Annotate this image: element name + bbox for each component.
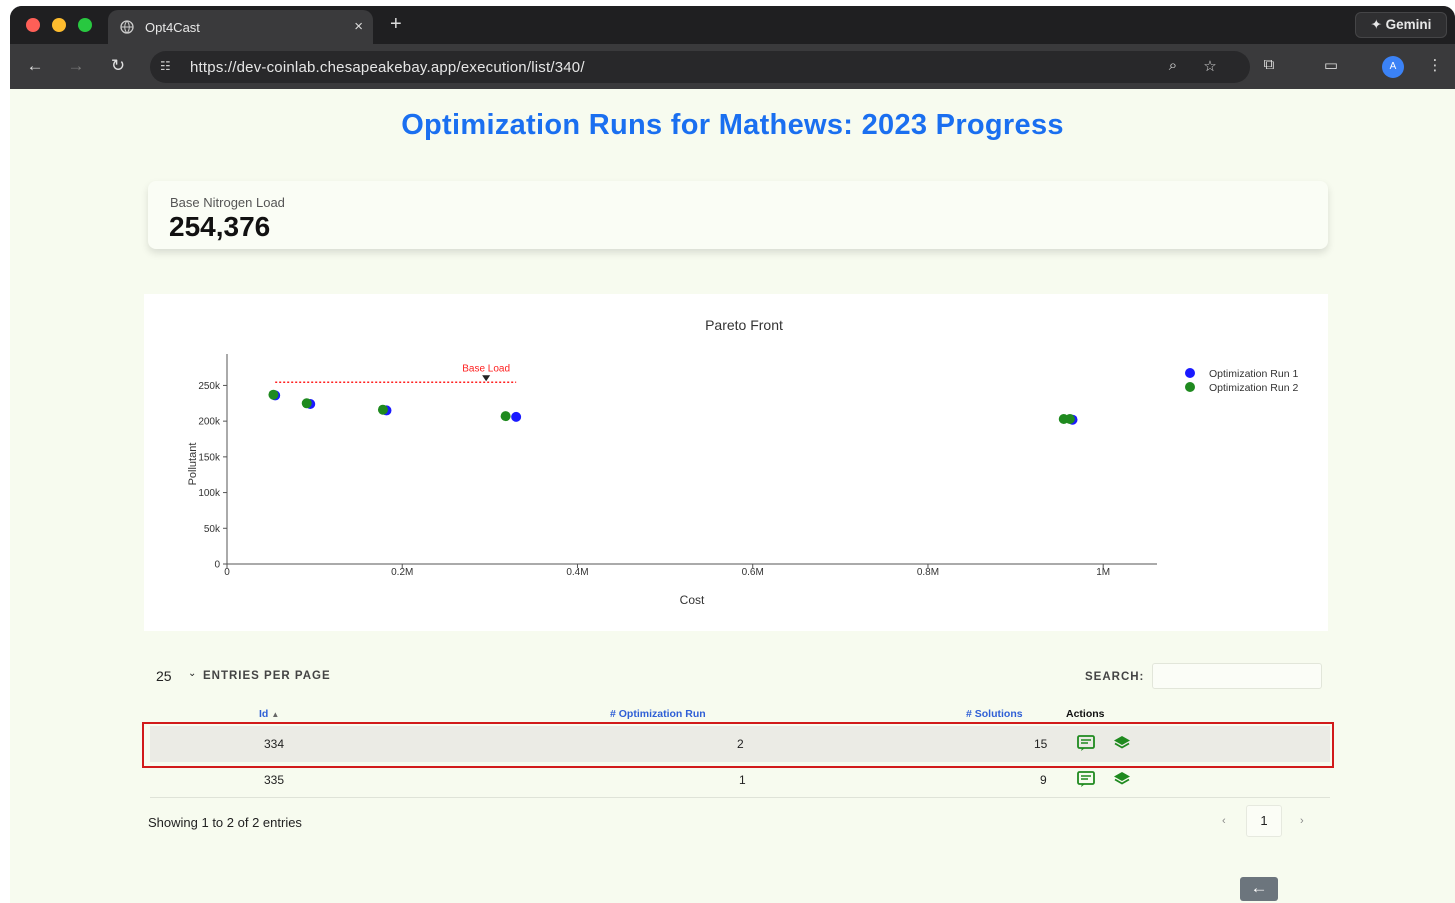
data-point-run-2 <box>1064 414 1075 424</box>
cell-solutions: 9 <box>1040 773 1047 787</box>
browser-tab[interactable]: Opt4Cast × <box>108 10 373 44</box>
extensions-icon[interactable]: ⧉ <box>1258 56 1280 78</box>
page-content: Optimization Runs for Mathews: 2023 Prog… <box>10 89 1455 903</box>
base-load-label: Base Load <box>462 363 510 374</box>
y-tick-label: 150k <box>198 452 221 463</box>
pareto-chart: Pareto Front 0 50k 100k 150k 200k 250k 0 0.2M 0.4… <box>187 317 1298 607</box>
side-panel-icon[interactable]: ▭ <box>1320 56 1342 78</box>
zoom-icon[interactable]: ⌕ <box>1163 57 1183 77</box>
view-solutions-icon[interactable] <box>1076 734 1096 752</box>
column-header-id-label: Id <box>259 708 269 720</box>
legend-label: Optimization Run 1 <box>1209 368 1298 380</box>
legend-marker <box>1185 368 1195 378</box>
column-header-solutions-label: # Solutions <box>966 708 1023 720</box>
forward-arrow-icon[interactable]: → <box>65 55 87 77</box>
table-info: Showing 1 to 2 of 2 entries <box>148 815 302 830</box>
address-bar[interactable]: ☷ https://dev-coinlab.chesapeakebay.app/… <box>150 51 1250 83</box>
x-tick-label: 0.6M <box>742 567 764 578</box>
profile-avatar[interactable]: A <box>1382 56 1404 78</box>
x-tick-label: 0 <box>224 567 230 578</box>
cell-optimization-run: 2 <box>737 737 744 751</box>
browser-window: Opt4Cast × + ✦ Gemini ← → ↻ ☷ https://de… <box>10 6 1455 903</box>
new-tab-button[interactable]: + <box>390 13 402 36</box>
back-button[interactable]: ← <box>1240 877 1278 901</box>
tab-bar: Opt4Cast × + ✦ Gemini <box>10 6 1455 44</box>
pagination-prev[interactable]: ‹ <box>1222 815 1226 827</box>
cell-optimization-run: 1 <box>739 773 746 787</box>
x-tick-label: 0.4M <box>566 567 588 578</box>
stat-label: Base Nitrogen Load <box>170 195 285 210</box>
x-axis-label: Cost <box>680 593 705 607</box>
y-tick-label: 0 <box>214 560 220 571</box>
cell-id: 334 <box>264 737 285 751</box>
entries-value: 25 <box>156 668 172 684</box>
more-menu-icon[interactable]: ⋮ <box>1424 56 1446 78</box>
gemini-label: Gemini <box>1385 17 1432 32</box>
entries-per-page-label: ENTRIES PER PAGE <box>203 670 331 682</box>
column-header-actions: Actions <box>1066 708 1105 720</box>
data-point-run-2 <box>301 398 312 409</box>
back-arrow-icon[interactable]: ← <box>24 55 46 77</box>
cell-id: 335 <box>264 773 285 787</box>
y-tick-label: 100k <box>198 488 221 499</box>
column-header-run-label: # Optimization Run <box>610 708 706 720</box>
data-point-run-2 <box>268 389 279 400</box>
y-axis-label: Pollutant <box>187 443 199 486</box>
base-load-card: Base Nitrogen Load 254,376 <box>148 181 1328 249</box>
column-header-optimization-run[interactable]: # Optimization Run <box>610 708 706 720</box>
x-tick-label: 0.8M <box>917 567 939 578</box>
column-header-id[interactable]: Id ▲ <box>259 708 279 720</box>
legend-label: Optimization Run 2 <box>1209 382 1298 394</box>
bookmark-star-icon[interactable]: ☆ <box>1200 57 1220 77</box>
base-load-arrow-icon <box>482 375 491 382</box>
pareto-chart-panel: Pareto Front 0 50k 100k 150k 200k 250k 0 0.2M 0.4… <box>144 294 1328 631</box>
x-tick-label: 1M <box>1096 567 1110 578</box>
legend-marker <box>1185 382 1195 392</box>
url-text[interactable]: https://dev-coinlab.chesapeakebay.app/ex… <box>190 59 585 76</box>
view-solutions-icon[interactable] <box>1076 770 1096 788</box>
y-tick-label: 250k <box>198 381 221 392</box>
search-input[interactable] <box>1152 663 1322 689</box>
browser-toolbar: ← → ↻ ☷ https://dev-coinlab.chesapeakeba… <box>10 44 1455 89</box>
tab-close-icon[interactable]: × <box>354 18 363 35</box>
globe-icon <box>120 20 134 34</box>
data-point-run-2 <box>377 404 388 415</box>
site-settings-icon[interactable]: ☷ <box>160 59 176 75</box>
entries-per-page-select[interactable]: 25 ⌄ <box>150 665 200 687</box>
maximize-window-button[interactable] <box>78 18 92 32</box>
cell-solutions: 15 <box>1034 737 1048 751</box>
y-tick-label: 50k <box>204 524 221 535</box>
table-row[interactable]: 334 2 15 <box>150 726 1330 762</box>
column-header-actions-label: Actions <box>1066 708 1105 720</box>
x-tick-label: 0.2M <box>391 567 413 578</box>
chevron-down-icon: ⌄ <box>188 668 197 679</box>
table-row[interactable]: 335 1 9 <box>150 762 1330 798</box>
chart-title: Pareto Front <box>705 317 783 333</box>
y-tick-label: 200k <box>198 417 221 428</box>
close-window-button[interactable] <box>26 18 40 32</box>
gemini-button[interactable]: ✦ Gemini <box>1355 12 1447 38</box>
column-header-solutions[interactable]: # Solutions <box>966 708 1023 720</box>
sort-asc-icon: ▲ <box>271 710 280 719</box>
page-title: Optimization Runs for Mathews: 2023 Prog… <box>401 109 1064 141</box>
layers-map-icon[interactable] <box>1112 770 1132 788</box>
data-point-run-2 <box>500 411 511 422</box>
search-label: SEARCH: <box>1085 671 1145 683</box>
layers-map-icon[interactable] <box>1112 734 1132 752</box>
minimize-window-button[interactable] <box>52 18 66 32</box>
pagination-page-1[interactable]: 1 <box>1246 805 1282 837</box>
stat-value: 254,376 <box>169 211 271 242</box>
reload-icon[interactable]: ↻ <box>107 55 129 77</box>
tab-title: Opt4Cast <box>145 20 200 35</box>
pagination-next[interactable]: › <box>1300 815 1304 827</box>
data-point-run-1 <box>511 411 522 422</box>
